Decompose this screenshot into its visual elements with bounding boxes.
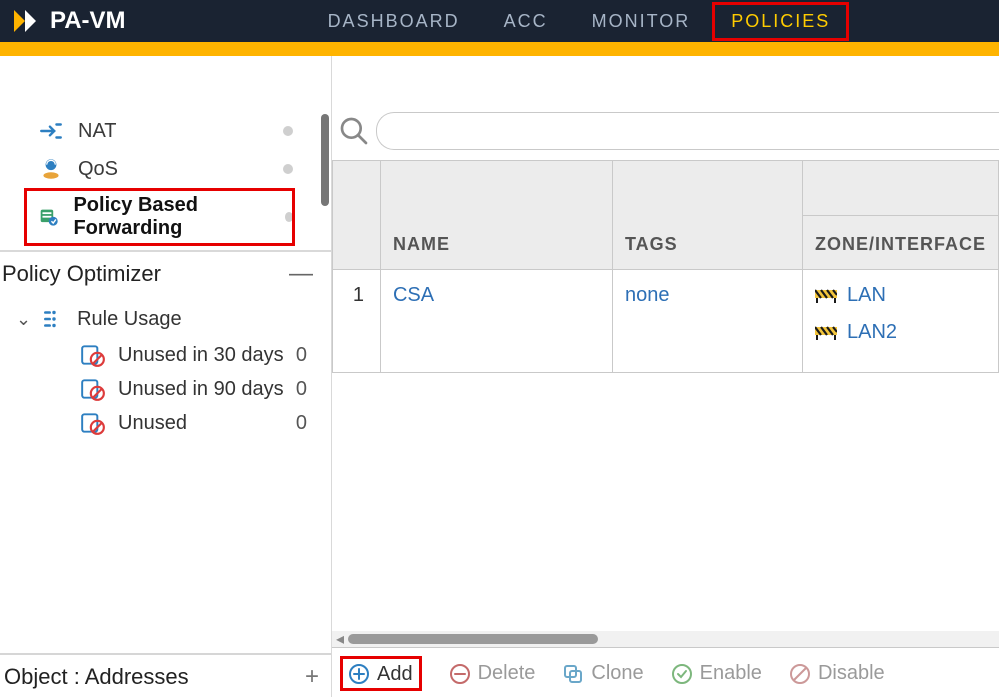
- sidebar-item-label: NAT: [78, 120, 117, 143]
- accent-bar: [0, 42, 999, 56]
- zone-label: LAN2: [847, 321, 897, 344]
- product-logo: PA-VM: [10, 6, 126, 36]
- sidebar-item-nat[interactable]: NAT: [0, 112, 331, 150]
- grid-header: NAME TAGS ZONE/INTERFACE: [333, 161, 998, 269]
- scrollbar-thumb[interactable]: [348, 634, 598, 644]
- cell-zones: LAN LAN2: [803, 270, 998, 372]
- policy-type-list: NAT QoS Policy Based Forwarding: [0, 56, 331, 246]
- zone-item[interactable]: LAN2: [815, 321, 986, 344]
- tab-acc[interactable]: ACC: [482, 1, 570, 42]
- scroll-left-icon[interactable]: ◂: [336, 629, 344, 649]
- top-header: PA-VM DASHBOARD ACC MONITOR POLICIES: [0, 0, 999, 42]
- collapse-icon[interactable]: —: [289, 260, 313, 288]
- rule-usage-item-90[interactable]: Unused in 90 days 0: [10, 372, 331, 406]
- plus-icon[interactable]: +: [305, 663, 319, 691]
- rule-usage-label: Unused in 30 days: [118, 344, 284, 367]
- rule-usage-title: Rule Usage: [77, 308, 182, 331]
- zone-label: LAN: [847, 284, 886, 307]
- clone-label: Clone: [591, 662, 643, 685]
- col-num[interactable]: [333, 161, 381, 269]
- unused-icon: [80, 376, 106, 402]
- enable-label: Enable: [700, 662, 762, 685]
- object-addresses-panel[interactable]: Object : Addresses +: [0, 653, 331, 697]
- sidebar-item-qos[interactable]: QoS: [0, 150, 331, 188]
- rule-usage-section: ⌄ Rule Usage Unused in 30 days 0 Unused …: [0, 296, 331, 440]
- cell-tags[interactable]: none: [613, 270, 803, 372]
- main-content: NAME TAGS ZONE/INTERFACE 1 CSA none LAN: [332, 56, 999, 697]
- search-icon[interactable]: [338, 115, 370, 147]
- add-highlight: Add: [340, 656, 422, 691]
- status-dot: [283, 164, 293, 174]
- zone-barrier-icon: [815, 325, 837, 341]
- policy-grid: NAME TAGS ZONE/INTERFACE 1 CSA none LAN: [332, 160, 999, 373]
- zone-item[interactable]: LAN: [815, 284, 986, 307]
- enable-button[interactable]: Enable: [670, 662, 762, 686]
- disable-label: Disable: [818, 662, 885, 685]
- col-name[interactable]: NAME: [381, 161, 613, 269]
- rule-usage-label: Unused in 90 days: [118, 378, 284, 401]
- minus-circle-icon: [448, 662, 472, 686]
- cell-rownum: 1: [333, 270, 381, 372]
- sidebar-item-label: QoS: [78, 158, 118, 181]
- nav-tabs: DASHBOARD ACC MONITOR POLICIES: [306, 0, 850, 42]
- policy-optimizer-header[interactable]: Policy Optimizer —: [0, 252, 331, 296]
- prohibit-icon: [788, 662, 812, 686]
- rule-usage-count: 0: [296, 412, 307, 435]
- horizontal-scrollbar[interactable]: ◂: [332, 631, 999, 647]
- rule-usage-item-30[interactable]: Unused in 30 days 0: [10, 338, 331, 372]
- check-circle-icon: [670, 662, 694, 686]
- clone-button[interactable]: Clone: [561, 662, 643, 686]
- col-zone[interactable]: ZONE/INTERFACE: [803, 161, 998, 269]
- delete-label: Delete: [478, 662, 536, 685]
- nat-icon: [38, 118, 64, 144]
- search-bar: [332, 56, 999, 160]
- clone-icon: [561, 662, 585, 686]
- action-bar: Add Delete Clone Enable: [332, 647, 999, 697]
- delete-button[interactable]: Delete: [448, 662, 536, 686]
- add-label: Add: [377, 663, 413, 686]
- rule-usage-list-icon: [41, 306, 67, 332]
- sidebar-item-label: Policy Based Forwarding: [73, 194, 270, 240]
- search-input[interactable]: [376, 112, 999, 150]
- add-button[interactable]: Add: [347, 662, 413, 686]
- status-dot: [283, 126, 293, 136]
- sidebar-item-pbf[interactable]: Policy Based Forwarding: [0, 188, 331, 246]
- pbf-icon: [38, 204, 59, 230]
- logo-icon: [10, 6, 40, 36]
- rule-usage-count: 0: [296, 378, 307, 401]
- tab-policies[interactable]: POLICIES: [712, 2, 849, 41]
- tab-monitor[interactable]: MONITOR: [570, 1, 713, 42]
- plus-circle-icon: [347, 662, 371, 686]
- cell-name[interactable]: CSA: [381, 270, 613, 372]
- unused-icon: [80, 342, 106, 368]
- tab-dashboard[interactable]: DASHBOARD: [306, 1, 482, 42]
- policy-optimizer-title: Policy Optimizer: [2, 261, 161, 287]
- rule-usage-item-unused[interactable]: Unused 0: [10, 406, 331, 440]
- zone-barrier-icon: [815, 288, 837, 304]
- product-name: PA-VM: [50, 7, 126, 35]
- status-dot: [285, 212, 293, 222]
- col-tags[interactable]: TAGS: [613, 161, 803, 269]
- rule-usage-label: Unused: [118, 412, 187, 435]
- object-addresses-label: Object : Addresses: [4, 664, 189, 690]
- table-row[interactable]: 1 CSA none LAN LAN2: [333, 269, 998, 372]
- disable-button[interactable]: Disable: [788, 662, 885, 686]
- rule-usage-header[interactable]: ⌄ Rule Usage: [10, 300, 331, 338]
- unused-icon: [80, 410, 106, 436]
- left-sidebar: NAT QoS Policy Based Forwarding: [0, 56, 332, 697]
- rule-usage-count: 0: [296, 344, 307, 367]
- chevron-down-icon: ⌄: [16, 309, 31, 330]
- qos-icon: [38, 156, 64, 182]
